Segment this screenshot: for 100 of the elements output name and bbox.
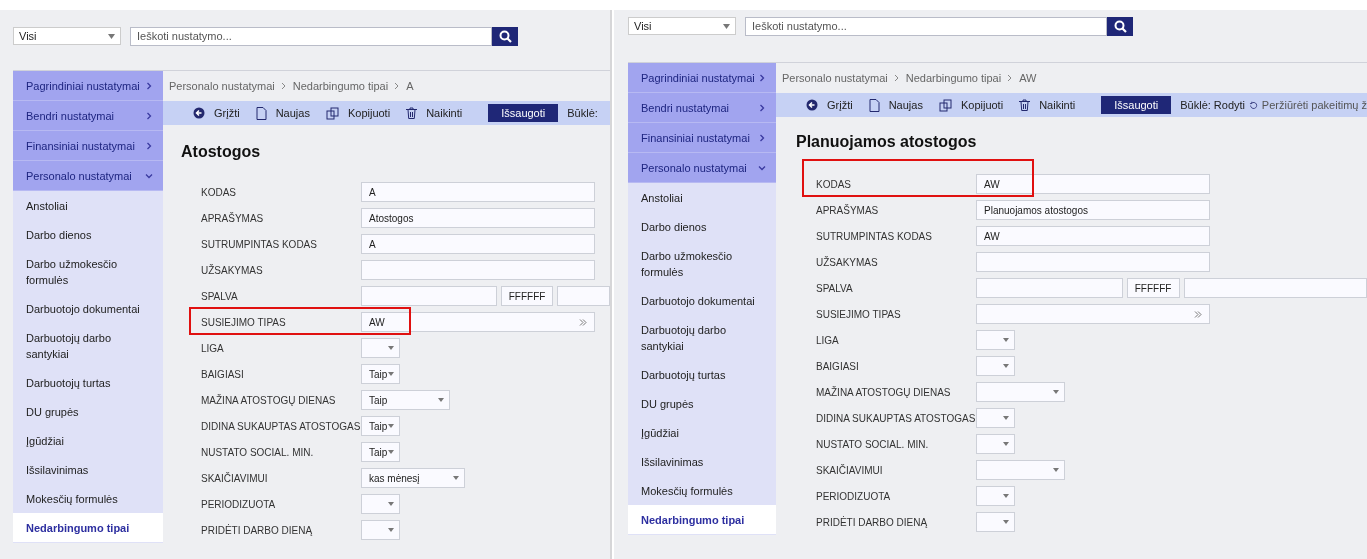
sidebar-item[interactable]: Darbo dienos xyxy=(628,212,776,241)
breadcrumb-link[interactable]: Personalo nustatymai xyxy=(169,80,275,92)
sidebar-item[interactable]: Finansiniai nustatymai xyxy=(628,123,776,153)
select-dropdown[interactable] xyxy=(976,460,1065,480)
field-label: SKAIČIAVIMUI xyxy=(816,464,884,476)
breadcrumb-link[interactable]: AW xyxy=(1019,72,1037,84)
search-field[interactable]: Ieškoti nustatymo... xyxy=(745,16,1107,36)
field-label: SUTRUMPINTAS KODAS xyxy=(816,230,933,242)
input-field[interactable]: AW xyxy=(976,226,1210,246)
filter-dropdown[interactable]: Visi xyxy=(628,17,736,35)
select-dropdown[interactable]: Taip xyxy=(361,416,400,436)
breadcrumb-link[interactable]: Nedarbingumo tipai xyxy=(292,80,389,92)
search-icon xyxy=(498,29,512,43)
sidebar-item[interactable]: Mokesčių formulės xyxy=(628,476,776,505)
select-dropdown[interactable] xyxy=(976,356,1015,376)
lookup-field[interactable] xyxy=(976,304,1210,324)
sidebar-item[interactable]: Darbo užmokesčio formulės xyxy=(628,241,776,286)
sidebar-item[interactable]: Anstoliai xyxy=(628,183,776,212)
sidebar-item[interactable]: Bendri nustatymai xyxy=(628,93,776,123)
select-dropdown[interactable] xyxy=(976,330,1015,350)
field-label: BAIGIASI xyxy=(201,368,245,380)
search-button[interactable] xyxy=(492,26,518,46)
sidebar-item[interactable]: Įgūdžiai xyxy=(13,426,163,455)
sidebar-item[interactable]: Išsilavinimas xyxy=(13,455,163,484)
field-label: KODAS xyxy=(201,186,237,198)
toolbar-button[interactable]: Naikinti xyxy=(406,107,463,119)
sidebar-item[interactable]: Pagrindiniai nustatymai xyxy=(13,71,163,101)
save-button[interactable]: Išsaugoti xyxy=(488,104,559,122)
toolbar-button[interactable]: Naujas xyxy=(868,98,923,112)
select-dropdown[interactable] xyxy=(976,434,1015,454)
select-dropdown[interactable] xyxy=(361,520,400,540)
lookup-field[interactable]: AW xyxy=(361,312,595,332)
field-label: PRIDĖTI DARBO DIENĄ xyxy=(816,516,929,528)
sidebar-item[interactable]: Mokesčių formulės xyxy=(13,484,163,513)
input-field[interactable]: AW xyxy=(976,174,1210,194)
input-field[interactable] xyxy=(976,278,1123,298)
field-label: SUSIEJIMO TIPAS xyxy=(816,308,902,320)
input-field[interactable] xyxy=(361,260,595,280)
caret-icon xyxy=(1003,416,1009,420)
input-field[interactable]: A xyxy=(361,182,595,202)
select-dropdown[interactable] xyxy=(976,486,1015,506)
select-dropdown[interactable] xyxy=(361,494,400,514)
select-dropdown[interactable]: Taip xyxy=(361,364,400,384)
select-dropdown[interactable]: Taip xyxy=(361,442,400,462)
search-field[interactable]: Ieškoti nustatymo... xyxy=(130,26,492,46)
select-dropdown[interactable] xyxy=(976,512,1015,532)
sidebar-item[interactable]: Darbuotojo dokumentai xyxy=(628,286,776,315)
breadcrumb-link[interactable]: A xyxy=(406,80,414,92)
history-link[interactable]: Peržiūrėti pakeitimų ž xyxy=(1261,99,1367,111)
select-dropdown[interactable] xyxy=(361,338,400,358)
sidebar-item[interactable]: Darbuotojų turtas xyxy=(13,368,163,397)
sidebar-item[interactable]: Darbuotojų darbo santykiai xyxy=(13,323,163,368)
sidebar-item[interactable]: Nedarbingumo tipai xyxy=(13,513,163,542)
sidebar-item[interactable]: Darbuotojo dokumentai xyxy=(13,294,163,323)
toolbar-button[interactable]: Naikinti xyxy=(1019,99,1076,111)
toolbar-button[interactable]: Naujas xyxy=(255,106,310,120)
field-label: UŽSAKYMAS xyxy=(201,264,264,276)
sidebar-item[interactable]: Darbuotojų turtas xyxy=(628,360,776,389)
sidebar-item[interactable]: Personalo nustatymai xyxy=(13,161,163,191)
input-field[interactable] xyxy=(361,286,497,306)
sidebar-item[interactable]: DU grupės xyxy=(13,397,163,426)
input-field[interactable]: Atostogos xyxy=(361,208,595,228)
toolbar-button[interactable]: Grįžti xyxy=(806,99,853,111)
field-label: BAIGIASI xyxy=(816,360,860,372)
sidebar-item[interactable]: Anstoliai xyxy=(13,191,163,220)
sidebar-item[interactable]: Išsilavinimas xyxy=(628,447,776,476)
input-field[interactable] xyxy=(976,252,1210,272)
breadcrumb-link[interactable]: Nedarbingumo tipai xyxy=(905,72,1002,84)
toolbar-button[interactable]: Kopijuoti xyxy=(325,106,391,120)
sidebar-item[interactable]: Nedarbingumo tipai xyxy=(628,505,776,534)
breadcrumb-link[interactable]: Personalo nustatymai xyxy=(782,72,888,84)
color-code-field[interactable]: FFFFFF xyxy=(500,286,554,306)
select-dropdown[interactable]: kas mėnesį xyxy=(361,468,465,488)
sidebar-item[interactable]: Darbo užmokesčio formulės xyxy=(13,249,163,294)
sidebar-item[interactable]: Bendri nustatymai xyxy=(13,101,163,131)
trash-icon xyxy=(1019,99,1031,111)
toolbar-button[interactable]: Grįžti xyxy=(193,107,240,119)
document-icon xyxy=(868,98,880,112)
input-field[interactable] xyxy=(1183,278,1367,298)
toolbar-button[interactable]: Kopijuoti xyxy=(938,98,1004,112)
input-field[interactable]: Planuojamos atostogos xyxy=(976,200,1210,220)
select-dropdown[interactable]: Taip xyxy=(361,390,450,410)
search-button[interactable] xyxy=(1107,16,1133,36)
sidebar-item[interactable]: Personalo nustatymai xyxy=(628,153,776,183)
caret-icon xyxy=(1003,442,1009,446)
input-field[interactable] xyxy=(557,286,610,306)
select-dropdown[interactable] xyxy=(976,382,1065,402)
filter-dropdown[interactable]: Visi xyxy=(13,27,121,45)
caret-icon xyxy=(438,398,444,402)
chevron-right-icon xyxy=(1007,74,1014,82)
sidebar-item[interactable]: Įgūdžiai xyxy=(628,418,776,447)
sidebar-item[interactable]: Finansiniai nustatymai xyxy=(13,131,163,161)
input-field[interactable]: A xyxy=(361,234,595,254)
color-code-field[interactable]: FFFFFF xyxy=(1126,278,1180,298)
select-dropdown[interactable] xyxy=(976,408,1015,428)
sidebar-item[interactable]: DU grupės xyxy=(628,389,776,418)
sidebar-item[interactable]: Darbo dienos xyxy=(13,220,163,249)
sidebar-item[interactable]: Pagrindiniai nustatymai xyxy=(628,63,776,93)
sidebar-item[interactable]: Darbuotojų darbo santykiai xyxy=(628,315,776,360)
save-button[interactable]: Išsaugoti xyxy=(1101,96,1172,114)
